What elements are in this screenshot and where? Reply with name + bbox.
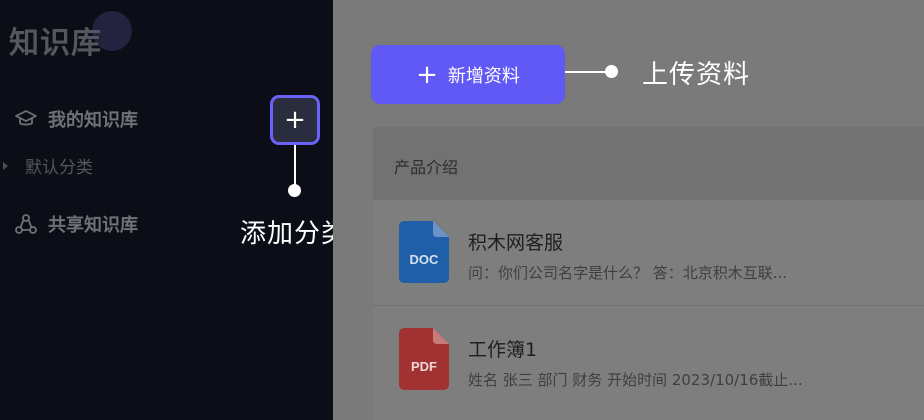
sidebar: 知识库 我的知识库 默认分类 共享知识库 + xyxy=(0,0,333,420)
file-description: 姓名 张三 部门 财务 开始时间 2023/10/16截止... xyxy=(468,371,803,389)
callout-line xyxy=(294,145,296,187)
upload-callout-label: 上传资料 xyxy=(642,60,751,90)
pdf-file-icon: PDF xyxy=(399,328,449,390)
file-name: 积木网客服 xyxy=(468,232,564,254)
section-header[interactable]: 产品介绍 xyxy=(373,127,924,200)
sidebar-item-label: 默认分类 xyxy=(25,158,93,178)
callout-dot xyxy=(288,184,301,197)
file-name: 工作簿1 xyxy=(468,339,538,361)
sidebar-item-default-category[interactable]: 默认分类 xyxy=(3,153,93,178)
plus-icon: + xyxy=(284,105,306,135)
sidebar-item-label: 共享知识库 xyxy=(48,215,138,236)
add-category-button[interactable]: + xyxy=(270,95,320,145)
add-category-callout-label: 添加分类 xyxy=(240,219,349,249)
caret-right-icon xyxy=(3,161,8,170)
sidebar-item-shared-kb[interactable]: 共享知识库 xyxy=(14,211,138,237)
share-nodes-icon xyxy=(15,214,37,234)
file-list-item[interactable]: PDF 工作簿1 姓名 张三 部门 财务 开始时间 2023/10/16截止..… xyxy=(373,306,924,406)
section-title: 产品介绍 xyxy=(394,158,459,177)
add-material-button[interactable]: + 新增资料 xyxy=(371,45,565,104)
doc-file-icon: DOC xyxy=(399,221,449,283)
sidebar-item-my-kb[interactable]: 我的知识库 xyxy=(14,106,138,132)
page-title: 知识库 xyxy=(9,26,102,61)
graduation-cap-icon xyxy=(15,110,37,126)
file-list-item[interactable]: DOC 积木网客服 问：你们公司名字是什么？ 答：北京积木互联... xyxy=(373,201,924,301)
callout-dot xyxy=(605,65,618,78)
sidebar-item-label: 我的知识库 xyxy=(48,110,138,131)
file-type-label: DOC xyxy=(410,252,440,267)
file-type-label: PDF xyxy=(411,359,437,374)
add-material-label: 新增资料 xyxy=(447,65,520,87)
plus-icon: + xyxy=(416,59,438,90)
file-description: 问：你们公司名字是什么？ 答：北京积木互联... xyxy=(468,264,788,282)
